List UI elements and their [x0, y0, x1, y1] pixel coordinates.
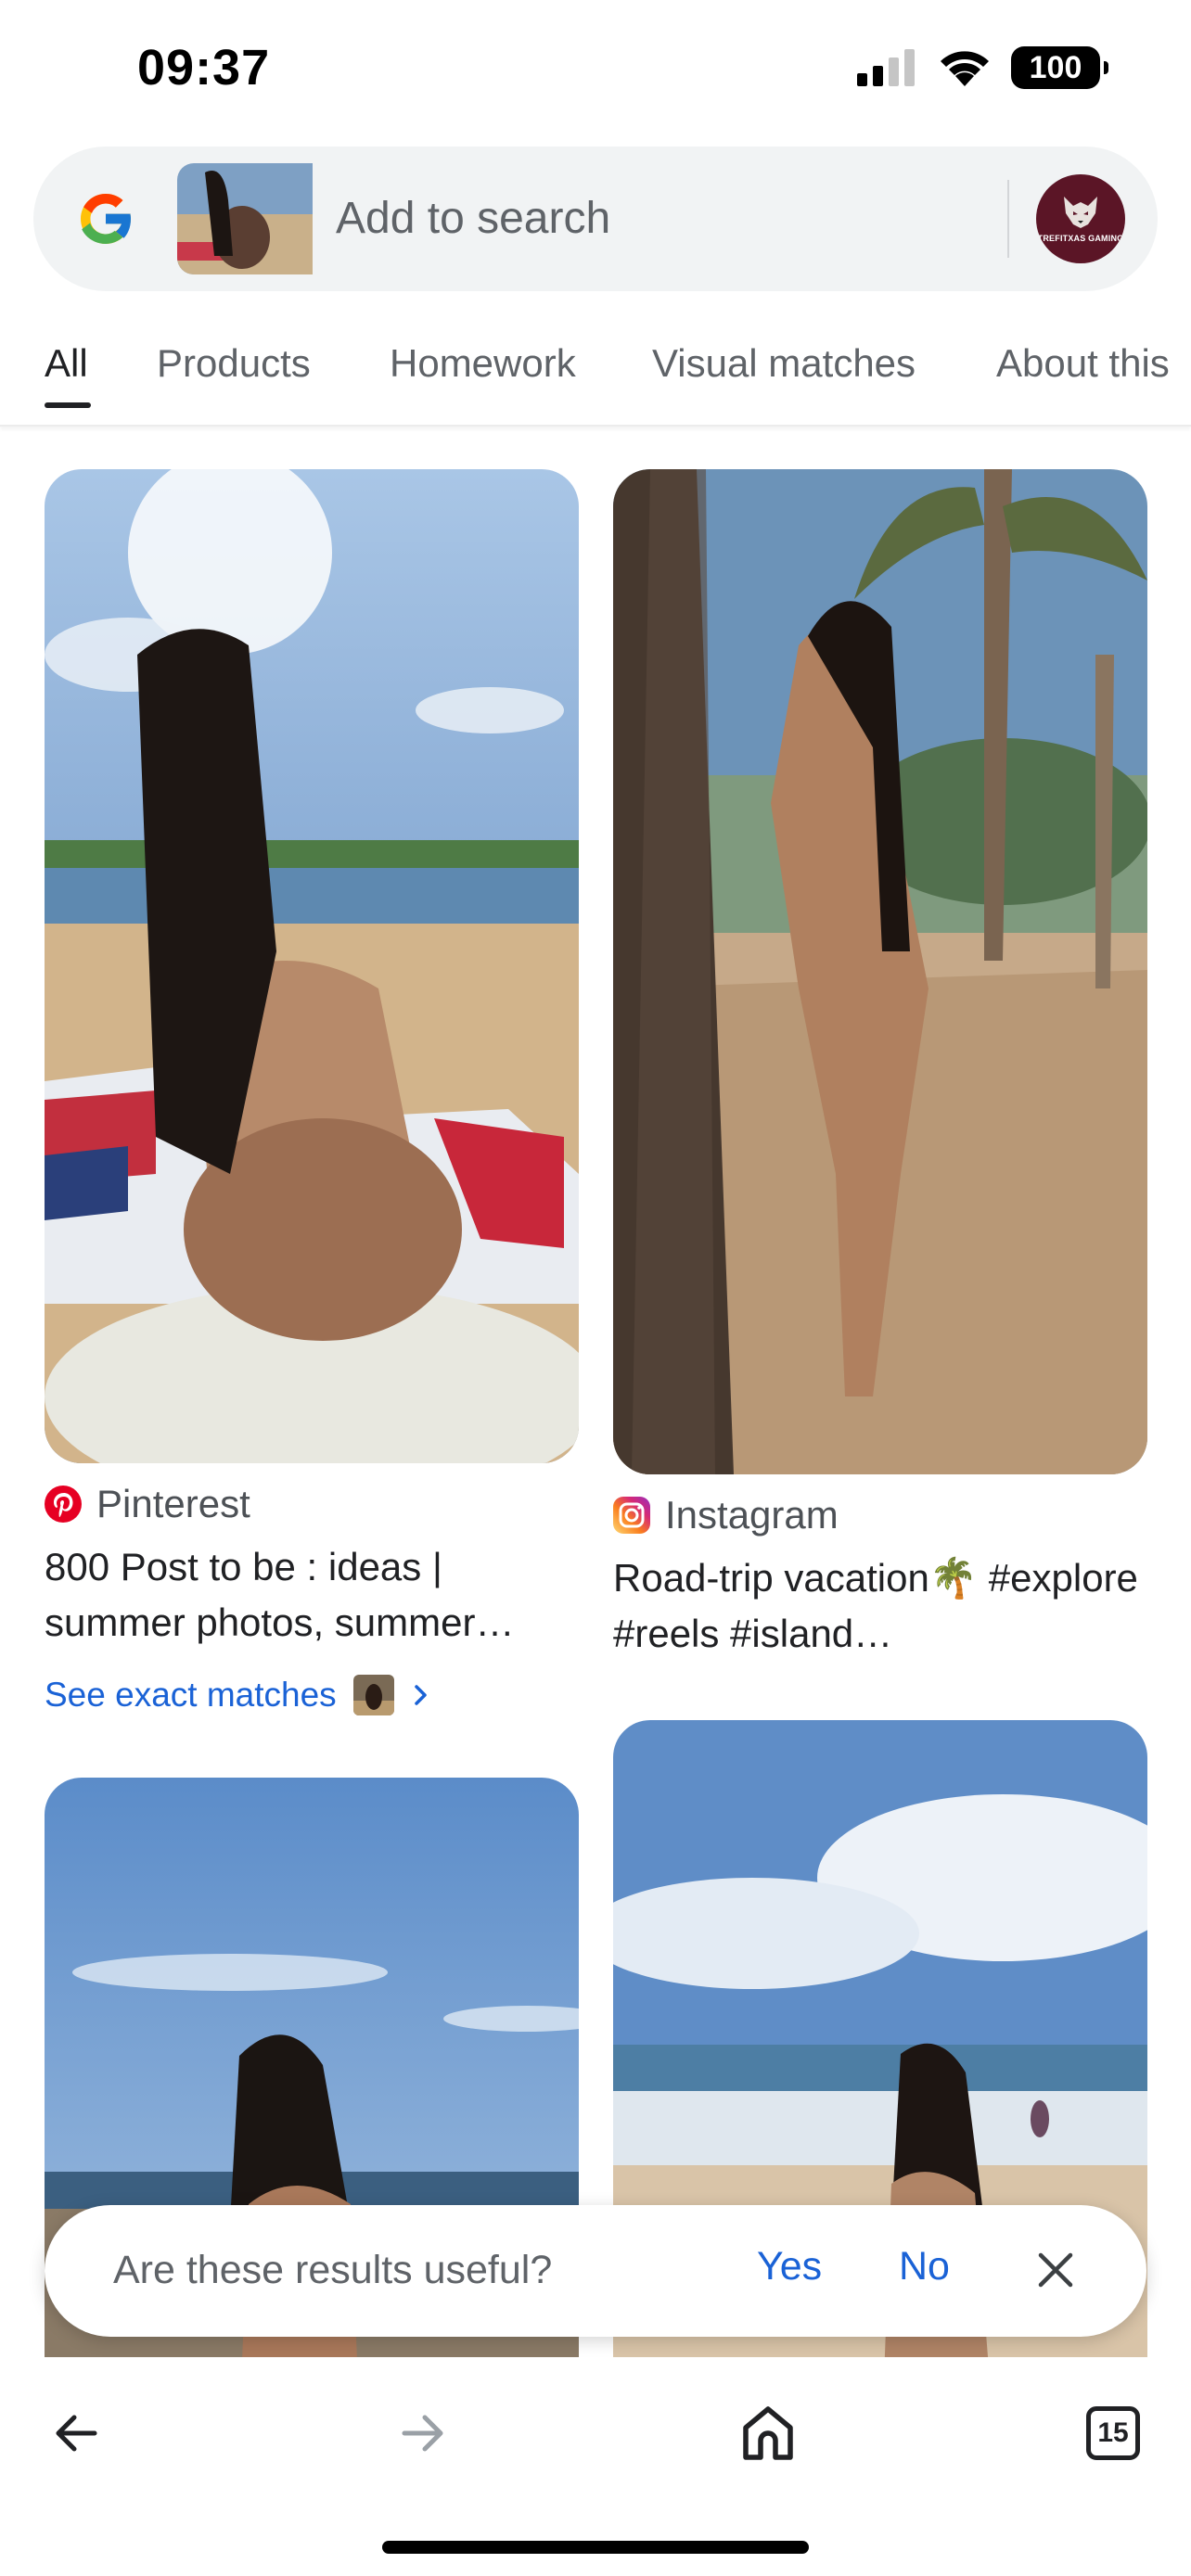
battery-level: 100: [1029, 49, 1082, 85]
tab-switcher-icon: 15: [1086, 2406, 1140, 2460]
result-title[interactable]: 800 Post to be : ideas | summer photos, …: [45, 1539, 583, 1651]
result-source[interactable]: Instagram: [613, 1493, 839, 1537]
status-time: 09:37: [137, 40, 271, 96]
result-source-label: Pinterest: [96, 1482, 250, 1525]
chevron-right-icon: [414, 1685, 427, 1705]
forward-button[interactable]: [384, 2394, 462, 2472]
see-exact-matches-link[interactable]: See exact matches: [45, 1675, 431, 1715]
google-g-icon[interactable]: [72, 185, 139, 252]
cellular-signal-icon: [857, 49, 915, 86]
home-indicator[interactable]: [382, 2541, 809, 2554]
result-source[interactable]: Pinterest: [45, 1482, 250, 1526]
active-tab-indicator: [45, 402, 91, 408]
result-source-label: Instagram: [665, 1493, 839, 1537]
avatar[interactable]: TREFITXAS GAMING: [1036, 174, 1125, 263]
status-bar: 09:37 100: [0, 0, 1191, 139]
back-button[interactable]: [37, 2394, 115, 2472]
tab-all[interactable]: All: [45, 341, 88, 386]
tab-count-label: 15: [1097, 2417, 1129, 2448]
result-title[interactable]: Road-trip vacation🌴 #explore #reels #isl…: [613, 1550, 1151, 1662]
battery-icon: 100: [1011, 46, 1108, 89]
wolf-logo-icon: [1064, 197, 1097, 228]
see-exact-matches-label: See exact matches: [45, 1676, 337, 1714]
status-icons: 100: [857, 46, 1108, 89]
home-icon: [743, 2406, 793, 2460]
avatar-label: TREFITXAS GAMING: [1037, 234, 1124, 243]
home-button[interactable]: [729, 2394, 807, 2472]
query-image-thumbnail[interactable]: [177, 163, 346, 274]
feedback-question: Are these results useful?: [113, 2248, 553, 2292]
close-icon[interactable]: [1033, 2248, 1078, 2292]
forward-arrow-icon: [402, 2415, 443, 2452]
back-arrow-icon: [56, 2415, 97, 2452]
tab-switcher-button[interactable]: 15: [1074, 2394, 1152, 2472]
tab-products[interactable]: Products: [157, 341, 311, 386]
feedback-no-button[interactable]: No: [899, 2244, 950, 2289]
wifi-icon: [941, 51, 989, 86]
search-bar[interactable]: TREFITXAS GAMING: [33, 147, 1158, 291]
feedback-bar: Are these results useful? Yes No: [45, 2205, 1146, 2337]
result-image[interactable]: [45, 469, 579, 1463]
search-input[interactable]: [336, 187, 929, 249]
instagram-icon: [613, 1497, 650, 1534]
exact-match-thumbnail: [352, 1675, 394, 1715]
tab-homework[interactable]: Homework: [390, 341, 576, 386]
tab-about-this[interactable]: About this: [996, 341, 1170, 386]
tab-visual-matches[interactable]: Visual matches: [652, 341, 916, 386]
feedback-yes-button[interactable]: Yes: [757, 2244, 822, 2289]
search-divider: [1007, 180, 1009, 258]
tab-bar: All Products Homework Visual matches Abo…: [0, 315, 1191, 427]
pinterest-icon: [45, 1486, 82, 1523]
result-image[interactable]: [613, 469, 1147, 1474]
